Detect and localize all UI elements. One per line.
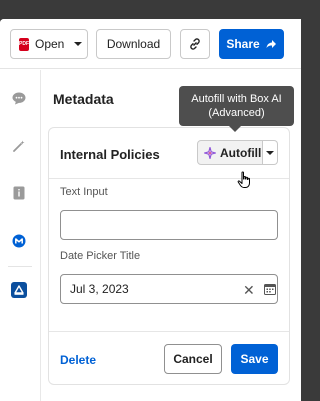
magic-wand-icon[interactable] (11, 138, 27, 154)
clear-icon[interactable]: ✕ (243, 282, 255, 299)
date-picker-field[interactable]: Jul 3, 2023 ✕ (60, 274, 278, 304)
file-info-icon[interactable] (11, 185, 27, 201)
date-picker-value: Jul 3, 2023 (70, 282, 129, 296)
copy-link-button[interactable] (180, 29, 210, 59)
ai-sparkle-icon (204, 146, 216, 159)
metadata-panel-title: Metadata (53, 91, 114, 107)
calendar-icon[interactable] (264, 283, 276, 295)
template-title: Internal Policies (60, 147, 160, 162)
metadata-template-card: Internal Policies Autofill Text Input Da… (48, 127, 290, 385)
card-divider (49, 331, 289, 332)
share-button[interactable]: Share (219, 29, 284, 59)
autofill-split-button: Autofill (197, 140, 278, 165)
rail-divider (8, 266, 32, 267)
link-icon (190, 38, 200, 50)
metadata-icon[interactable] (11, 282, 27, 298)
hand-cursor-icon (237, 171, 250, 188)
share-arrow-icon (266, 40, 276, 48)
download-button[interactable]: Download (96, 29, 171, 59)
chevron-down-icon (74, 42, 83, 46)
save-button[interactable]: Save (231, 344, 278, 374)
tooltip-arrow (229, 126, 241, 132)
box-ai-icon[interactable] (11, 233, 27, 249)
text-input-label: Text Input (60, 186, 108, 198)
preview-sidebar-panel: PDF Open Download Share Metadata Interna… (0, 19, 301, 401)
text-input-field[interactable] (60, 210, 278, 240)
chevron-down-icon (266, 150, 274, 155)
comment-icon[interactable] (11, 90, 27, 106)
open-button-label: Open (35, 37, 65, 51)
autofill-button[interactable]: Autofill (197, 140, 263, 165)
download-button-label: Download (106, 37, 161, 51)
sidebar-rail (0, 70, 41, 401)
card-divider (49, 178, 289, 179)
header-toolbar: PDF Open Download Share (0, 19, 301, 69)
date-picker-label: Date Picker Title (60, 250, 141, 262)
autofill-dropdown-button[interactable] (263, 140, 278, 165)
delete-button[interactable]: Delete (60, 353, 96, 367)
cancel-button[interactable]: Cancel (164, 344, 222, 374)
autofill-button-label: Autofill (220, 145, 262, 160)
open-button[interactable]: PDF Open (10, 29, 88, 59)
share-button-label: Share (226, 37, 260, 51)
autofill-tooltip: Autofill with Box AI (Advanced) (179, 86, 294, 126)
pdf-icon: PDF (19, 37, 29, 51)
